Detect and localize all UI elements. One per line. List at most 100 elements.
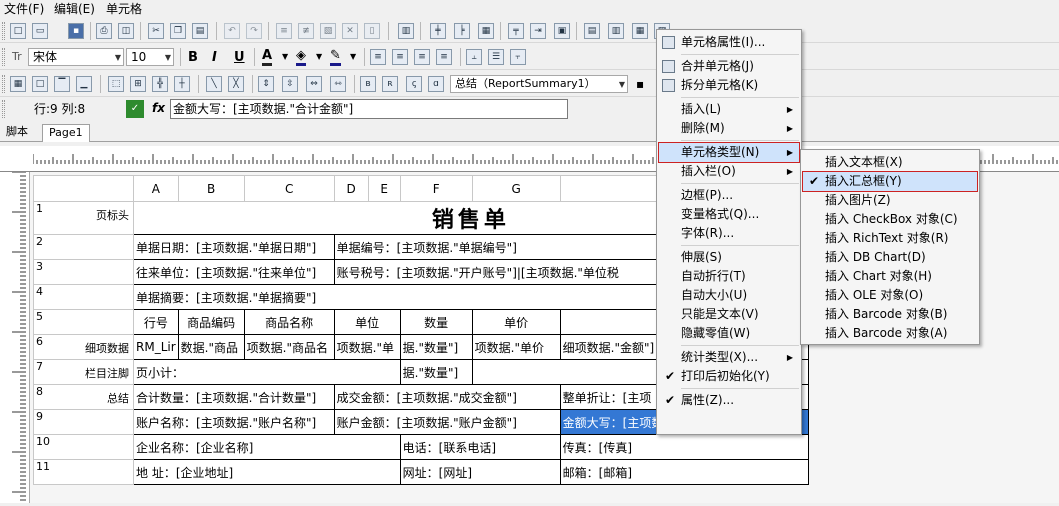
row-header[interactable]: 4 (33, 284, 134, 310)
var-icon-3[interactable]: ꞔ (406, 76, 422, 92)
row-header[interactable]: 11 (33, 459, 134, 485)
menu-item[interactable]: 插入 Barcode 对象(B) (803, 305, 977, 324)
report-cell[interactable]: 数据."商品 (177, 334, 245, 360)
italic-button[interactable]: I (212, 50, 217, 65)
toolbar-grip[interactable] (2, 22, 5, 40)
menu-item[interactable]: 字体(R)... (659, 224, 799, 243)
save-icon[interactable]: ▪ (68, 23, 84, 39)
align-center-icon[interactable]: ≡ (392, 49, 408, 65)
column-header[interactable]: D (333, 175, 369, 202)
row-height-icon[interactable]: ⇕ (258, 76, 274, 92)
border-top-icon[interactable]: ▔ (54, 76, 70, 92)
menu-item[interactable]: 边框(P)... (659, 186, 799, 205)
border-all-icon[interactable]: ▦ (10, 76, 26, 92)
menu-cell[interactable]: 单元格 (106, 1, 142, 17)
report-cell[interactable]: 据."数量"] (399, 359, 473, 385)
menu-item[interactable]: 插入 Chart 对象(H) (803, 267, 977, 286)
menu-item[interactable]: 单元格类型(N) ▶ (658, 142, 800, 163)
menu-item[interactable]: 插入(L) ▶ (659, 100, 799, 119)
border-bottom-icon[interactable]: ▁ (76, 76, 92, 92)
report-cell[interactable]: 邮箱：[邮箱] (559, 459, 809, 485)
report-cell[interactable]: 单位 (333, 309, 401, 335)
clear-icon[interactable]: ▧ (320, 23, 336, 39)
report-cell[interactable]: 地 址：[企业地址] (133, 459, 401, 485)
report-cell[interactable]: 账户金额：[主项数据."账户金额"] (333, 409, 561, 435)
cut-icon[interactable]: ✂ (148, 23, 164, 39)
column-header[interactable]: A (133, 175, 179, 202)
column-header[interactable]: E (367, 175, 401, 202)
column-header[interactable]: G (471, 175, 561, 202)
column-header[interactable]: F (399, 175, 473, 202)
confirm-icon[interactable]: ✓ (126, 100, 144, 118)
pen-color-icon[interactable]: ✎ (330, 48, 341, 66)
toolbar-overflow-icon[interactable]: ▪ (636, 77, 644, 91)
diag-down-icon[interactable]: ╲ (206, 76, 222, 92)
align-justify-icon[interactable]: ≡ (436, 49, 452, 65)
redo-icon[interactable]: ↷ (246, 23, 262, 39)
report-cell[interactable]: RM_Lir (133, 334, 179, 360)
row-header[interactable]: 6 细项数据 (33, 334, 134, 360)
row-header[interactable]: 3 (33, 259, 134, 285)
row-header[interactable]: 1 页标头 (33, 201, 134, 235)
row-header[interactable]: 2 (33, 234, 134, 260)
report-cell[interactable]: 往来单位：[主项数据."往来单位"] (133, 259, 335, 285)
var-icon-4[interactable]: ɑ (428, 76, 444, 92)
report-cell[interactable]: 商品名称 (243, 309, 335, 335)
menu-item[interactable]: 自动折行(T) (659, 267, 799, 286)
menu-item[interactable]: 插入 Barcode 对象(A) (803, 324, 977, 343)
layout-icon-3[interactable]: ▦ (632, 23, 648, 39)
align-left-icon[interactable]: ≡ (370, 49, 386, 65)
row-header[interactable]: 7 栏目注脚 (33, 359, 134, 385)
report-cell[interactable]: 单据日期：[主项数据."单据日期"] (133, 234, 335, 260)
report-cell[interactable]: 行号 (133, 309, 179, 335)
new-file-icon[interactable]: □ (10, 23, 26, 39)
menu-item[interactable]: 打印后初始化(Y) ✔ (659, 367, 799, 386)
column-header[interactable]: B (177, 175, 245, 202)
row-header[interactable]: 8 总结 (33, 384, 134, 410)
chevron-down-icon[interactable]: ▼ (316, 52, 322, 61)
toolbar-grip[interactable] (2, 100, 5, 118)
row-header[interactable]: 10 (33, 434, 134, 460)
font-size-select[interactable]: 10 ▼ (126, 48, 174, 66)
report-cell[interactable]: 电话：[联系电话] (399, 434, 561, 460)
band-icon-1[interactable]: ╪ (430, 23, 446, 39)
page-icon[interactable]: ▯ (364, 23, 380, 39)
menu-item[interactable]: 插入 DB Chart(D) (803, 248, 977, 267)
report-cell[interactable]: 页小计： (133, 359, 401, 385)
report-cell[interactable]: 网址：[网址] (399, 459, 561, 485)
row-equal-icon[interactable]: ⇳ (282, 76, 298, 92)
band-icon-5[interactable]: ⇥ (530, 23, 546, 39)
menu-item[interactable]: 拆分单元格(K) (659, 76, 799, 95)
var-icon-2[interactable]: ʀ (382, 76, 398, 92)
menu-item[interactable]: 自动大小(U) (659, 286, 799, 305)
band-icon-3[interactable]: ▦ (478, 23, 494, 39)
report-cell[interactable]: 传真：[传真] (559, 434, 809, 460)
menu-item[interactable]: 伸展(S) (659, 248, 799, 267)
copy-icon[interactable]: ❐ (170, 23, 186, 39)
tab-script[interactable]: 脚本 (0, 124, 34, 142)
menu-file[interactable]: 文件(F) (4, 1, 44, 17)
delete-icon[interactable]: ✕ (342, 23, 358, 39)
bold-button[interactable]: B (188, 50, 198, 65)
col-equal-icon[interactable]: ⇿ (330, 76, 346, 92)
menu-item[interactable]: 删除(M) ▶ (659, 119, 799, 138)
fill-color-icon[interactable]: ◈ (296, 48, 306, 66)
report-cell[interactable]: 项数据."商品名 (243, 334, 335, 360)
chevron-down-icon[interactable]: ▼ (282, 52, 288, 61)
border-inner-icon[interactable]: ╬ (152, 76, 168, 92)
report-cell[interactable]: 账户名称：[主项数据."账户名称"] (133, 409, 335, 435)
print-icon[interactable]: ⎙ (96, 23, 112, 39)
chevron-down-icon[interactable]: ▼ (350, 52, 356, 61)
formula-input[interactable]: 金额大写：[主项数据."合计金额"] (170, 99, 568, 119)
report-cell[interactable]: 单价 (471, 309, 561, 335)
report-cell[interactable]: 合计数量：[主项数据."合计数量"] (133, 384, 335, 410)
border-none-icon[interactable]: ⬚ (108, 76, 124, 92)
toolbar-grip[interactable] (2, 48, 5, 66)
menu-item[interactable]: 属性(Z)... ✔ (659, 391, 799, 410)
menu-item[interactable]: 统计类型(X)... ▶ (659, 348, 799, 367)
paste-icon[interactable]: ▤ (192, 23, 208, 39)
report-cell[interactable]: 商品编码 (177, 309, 245, 335)
layout-icon-2[interactable]: ▥ (608, 23, 624, 39)
report-cell[interactable]: 数量 (399, 309, 473, 335)
toolbar-grip[interactable] (2, 75, 5, 93)
